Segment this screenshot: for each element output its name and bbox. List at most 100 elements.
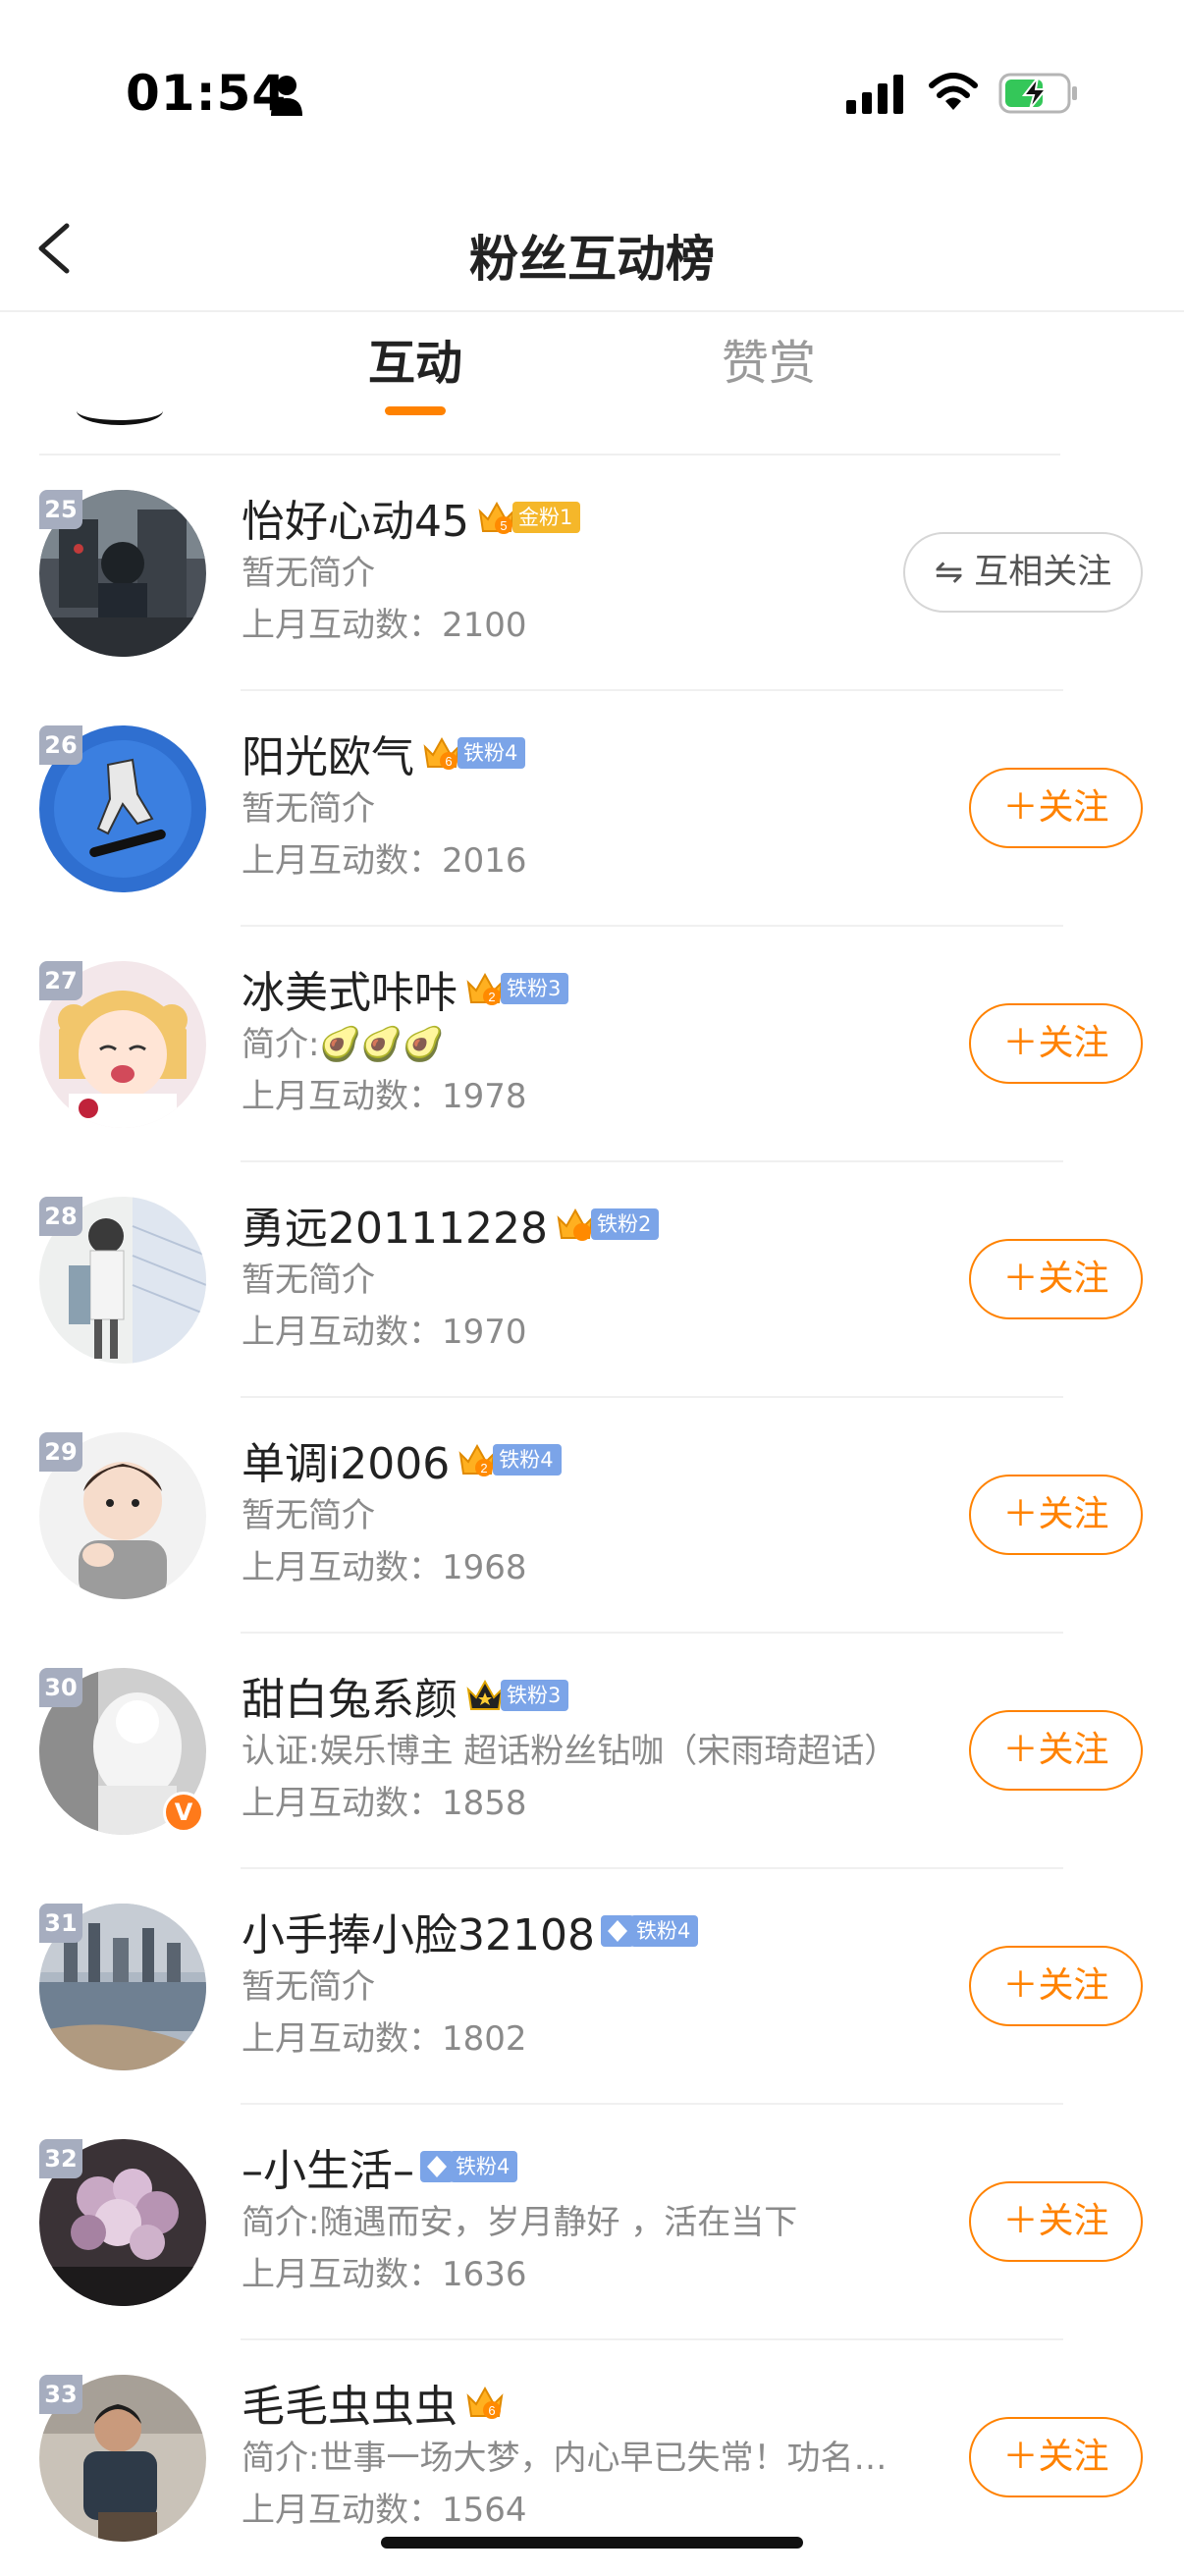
svg-text:6: 6 xyxy=(445,754,452,769)
crown-icon xyxy=(557,1208,594,1241)
interaction-count: 上月互动数：1802 xyxy=(242,2019,527,2059)
avatar[interactable]: 29 xyxy=(39,1432,206,1599)
nav-bar: 粉丝互动榜 xyxy=(0,196,1184,312)
fan-info: –小生活– 铁粉4 简介:随遇而安，岁月静好 ，活在当下 上月互动数：1636 xyxy=(242,2136,929,2301)
avatar[interactable]: 26 xyxy=(39,725,206,892)
fan-row[interactable]: 25 怡好心动45 5 金粉1 暂无简介 上月互动数：2100 ⇋ 互相关注 xyxy=(0,456,1184,691)
interaction-count: 上月互动数：1636 xyxy=(242,2255,527,2294)
fan-bio: 简介:🥑🥑🥑 xyxy=(242,1025,445,1064)
fan-info: 勇远20111228 铁粉2 暂无简介 上月互动数：1970 xyxy=(242,1194,929,1359)
cellular-signal-icon xyxy=(846,75,903,114)
avatar[interactable]: 30 V xyxy=(39,1668,206,1835)
tab-bar: 互动 赞赏 xyxy=(0,312,1184,416)
fan-name[interactable]: 勇远20111228 xyxy=(242,1193,548,1256)
follow-button[interactable]: ＋关注 xyxy=(969,1946,1143,2026)
status-time: 01:54 xyxy=(126,65,288,122)
interaction-count: 上月互动数：1970 xyxy=(242,1313,527,1352)
fan-name[interactable]: 小手捧小脸32108 xyxy=(242,1900,595,1962)
svg-text:2: 2 xyxy=(481,1461,488,1476)
fan-bio: 暂无简介 xyxy=(242,1967,375,2007)
fan-name[interactable]: 阳光欧气 xyxy=(242,722,414,784)
crown-icon: 2 xyxy=(458,1443,496,1476)
interaction-count: 上月互动数：1858 xyxy=(242,1784,527,1823)
fan-level-badge: 铁粉4 xyxy=(493,1444,562,1476)
rank-badge: 25 xyxy=(39,490,82,529)
follow-button[interactable]: ＋关注 xyxy=(969,2181,1143,2262)
svg-text:6: 6 xyxy=(488,2403,495,2418)
fan-info: 单调i2006 2 铁粉4 暂无简介 上月互动数：1968 xyxy=(242,1429,929,1594)
fan-level-badge: 金粉1 xyxy=(512,502,581,533)
fan-level-badge: 铁粉3 xyxy=(501,973,569,1004)
fan-info: 阳光欧气 6 铁粉4 暂无简介 上月互动数：2016 xyxy=(242,723,929,887)
fan-row[interactable]: 32 –小生活– 铁粉4 简介:随遇而安，岁月静好 ，活在当下 上月互动数：16… xyxy=(0,2105,1184,2340)
avatar[interactable]: 33 xyxy=(39,2375,206,2542)
wifi-icon xyxy=(929,73,978,110)
tab-interaction[interactable]: 互动 xyxy=(368,324,462,393)
fan-row[interactable]: 27 冰美式咔咔 2 铁粉3 简介:🥑🥑🥑 上月互动数：1978 ＋关注 xyxy=(0,927,1184,1162)
page-title: 粉丝互动榜 xyxy=(469,231,715,288)
follow-button[interactable]: ＋关注 xyxy=(969,1003,1143,1084)
crown-icon: 6 xyxy=(466,2386,504,2419)
crown-icon: 2 xyxy=(466,972,504,1005)
rank-badge: 32 xyxy=(39,2139,82,2178)
fan-bio: 暂无简介 xyxy=(242,1261,375,1300)
follow-button[interactable]: ＋关注 xyxy=(969,1239,1143,1319)
verified-badge-icon: V xyxy=(163,1792,204,1833)
follow-button[interactable]: ＋关注 xyxy=(969,1475,1143,1555)
fan-bio: 认证:娱乐博主 超话粉丝钻咖（宋雨琦超话） xyxy=(242,1732,898,1771)
fan-name[interactable]: 怡好心动45 xyxy=(242,486,469,549)
follow-button[interactable]: ＋关注 xyxy=(969,2417,1143,2497)
avatar[interactable]: 32 xyxy=(39,2139,206,2306)
fan-level-badge: 铁粉4 xyxy=(450,2151,518,2182)
fan-level-badge: 铁粉4 xyxy=(457,737,526,769)
interaction-count: 上月互动数：1978 xyxy=(242,1077,527,1116)
fan-name[interactable]: –小生活– xyxy=(242,2135,414,2198)
fan-row[interactable]: 29 单调i2006 2 铁粉4 暂无简介 上月互动数：1968 ＋关注 xyxy=(0,1398,1184,1634)
fan-bio: 简介:世事一场大梦，内心早已失常！功名… xyxy=(242,2439,888,2478)
interaction-count: 上月互动数：1968 xyxy=(242,1548,527,1587)
rank-badge: 28 xyxy=(39,1197,82,1236)
fan-name[interactable]: 毛毛虫虫虫 xyxy=(242,2371,457,2434)
fan-name[interactable]: 冰美式咔咔 xyxy=(242,957,457,1020)
home-indicator xyxy=(381,2537,803,2549)
active-tab-indicator xyxy=(385,406,446,415)
tab-reward[interactable]: 赞赏 xyxy=(722,324,816,393)
svg-text:2: 2 xyxy=(488,990,495,1004)
person-icon xyxy=(271,76,302,116)
follow-button[interactable]: ＋关注 xyxy=(969,768,1143,848)
crown-icon: 6 xyxy=(423,736,460,770)
fan-info: 毛毛虫虫虫 6 简介:世事一场大梦，内心早已失常！功名… 上月互动数：1564 xyxy=(242,2372,929,2537)
avatar[interactable]: 28 xyxy=(39,1197,206,1364)
rank-badge: 29 xyxy=(39,1432,82,1472)
fan-name[interactable]: 单调i2006 xyxy=(242,1428,450,1491)
follow-button[interactable]: ＋关注 xyxy=(969,1710,1143,1791)
fan-bio: 暂无简介 xyxy=(242,1496,375,1535)
fan-bio: 暂无简介 xyxy=(242,789,375,829)
diamond-icon xyxy=(600,1915,634,1947)
rank-badge: 27 xyxy=(39,961,82,1000)
rank-badge: 31 xyxy=(39,1904,82,1943)
avatar[interactable]: 25 xyxy=(39,490,206,657)
fan-row[interactable]: 26 阳光欧气 6 铁粉4 暂无简介 上月互动数：2016 ＋关注 xyxy=(0,691,1184,927)
fan-bio: 暂无简介 xyxy=(242,554,375,593)
fan-name[interactable]: 甜白兔系颜 xyxy=(242,1664,457,1727)
status-bar: 01:54 xyxy=(0,0,1184,196)
interaction-count: 上月互动数：2100 xyxy=(242,606,527,645)
avatar[interactable]: 31 xyxy=(39,1904,206,2070)
previous-avatar-edge xyxy=(77,397,163,425)
avatar[interactable]: 27 xyxy=(39,961,206,1128)
fan-info: 甜白兔系颜 铁粉3 认证:娱乐博主 超话粉丝钻咖（宋雨琦超话） 上月互动数：18… xyxy=(242,1665,929,1830)
svg-text:5: 5 xyxy=(500,518,507,533)
fan-info: 怡好心动45 5 金粉1 暂无简介 上月互动数：2100 xyxy=(242,487,929,652)
rank-badge: 30 xyxy=(39,1668,82,1707)
battery-charging-icon xyxy=(998,73,1077,114)
mutual-follow-button[interactable]: ⇋ 互相关注 xyxy=(903,532,1143,613)
rank-badge: 33 xyxy=(39,2375,82,2414)
fan-row[interactable]: 31 小手捧小脸32108 铁粉4 暂无简介 上月互动数：1802 ＋关注 xyxy=(0,1869,1184,2105)
fan-row[interactable]: 30 V 甜白兔系颜 铁粉3 认证:娱乐博主 超话粉丝钻咖（宋雨琦超话） 上月互… xyxy=(0,1634,1184,1869)
fan-bio: 简介:随遇而安，岁月静好 ，活在当下 xyxy=(242,2203,798,2242)
fan-info: 小手捧小脸32108 铁粉4 暂无简介 上月互动数：1802 xyxy=(242,1901,929,2066)
black-crown-icon xyxy=(466,1679,504,1710)
fan-row[interactable]: 28 勇远20111228 铁粉2 暂无简介 上月互动数：1970 ＋关注 xyxy=(0,1162,1184,1398)
fan-level-badge: 铁粉4 xyxy=(629,1915,699,1947)
